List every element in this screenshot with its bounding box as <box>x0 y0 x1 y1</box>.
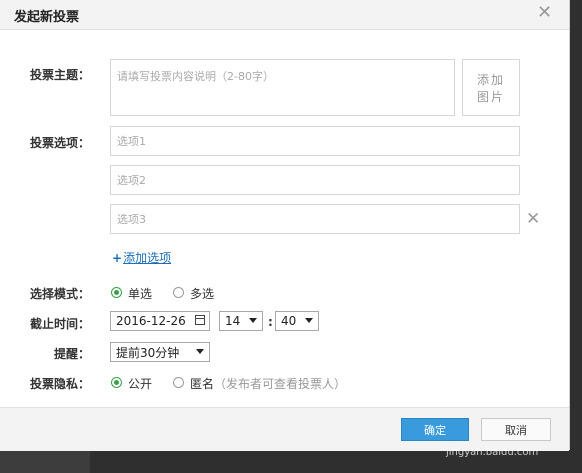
date-picker[interactable]: 2016-12-26 <box>110 311 210 331</box>
chevron-down-icon <box>249 318 257 323</box>
reminder-label: 提醒： <box>54 347 91 361</box>
add-option-link[interactable]: +添加选项 <box>112 249 171 266</box>
watermark: jingyan.baidu.com <box>446 447 539 458</box>
reminder-select[interactable]: 提前30分钟 <box>110 342 210 362</box>
mode-label: 选择模式： <box>30 287 91 301</box>
cancel-button[interactable]: 取消 <box>481 418 551 441</box>
dialog-titlebar: 发起新投票 ✕ <box>0 0 569 30</box>
hour-value: 14 <box>225 314 241 328</box>
radio-multi-label[interactable]: 多选 <box>190 285 214 302</box>
calendar-icon <box>195 315 205 325</box>
option-2-placeholder: 选项2 <box>117 174 146 187</box>
radio-multi[interactable] <box>173 287 184 298</box>
add-option-label: 添加选项 <box>123 251 172 265</box>
vote-dialog: 发起新投票 ✕ 投票主题： 请填写投票内容说明（2-80字） 添加 图片 投票选… <box>0 0 570 451</box>
radio-public[interactable] <box>111 377 122 388</box>
time-separator: : <box>268 315 273 329</box>
reminder-value: 提前30分钟 <box>116 345 180 360</box>
add-image-button[interactable]: 添加 图片 <box>462 59 520 116</box>
add-image-label-line1: 添加 <box>476 73 505 87</box>
option-input-1[interactable]: 选项1 <box>110 126 520 156</box>
add-image-label-line2: 图片 <box>476 90 505 104</box>
date-value: 2016-12-26 <box>116 314 186 328</box>
radio-anonymous[interactable] <box>173 377 184 388</box>
options-label: 投票选项： <box>30 136 91 150</box>
plus-icon: + <box>112 251 123 265</box>
option-1-placeholder: 选项1 <box>117 135 146 148</box>
hour-select[interactable]: 14 <box>219 311 263 331</box>
confirm-button[interactable]: 确定 <box>401 418 469 441</box>
deadline-label: 截止时间： <box>30 317 91 331</box>
radio-public-label[interactable]: 公开 <box>128 375 152 392</box>
remove-option-icon[interactable]: ✕ <box>526 209 540 229</box>
close-icon[interactable]: ✕ <box>537 3 552 23</box>
minute-select[interactable]: 40 <box>275 311 319 331</box>
radio-single-label[interactable]: 单选 <box>128 285 152 302</box>
topic-label: 投票主题： <box>30 68 91 82</box>
topic-input[interactable]: 请填写投票内容说明（2-80字） <box>110 59 455 116</box>
dialog-title: 发起新投票 <box>14 10 80 25</box>
option-input-3[interactable]: 选项3 <box>110 204 520 234</box>
option-input-2[interactable]: 选项2 <box>110 165 520 195</box>
option-3-placeholder: 选项3 <box>117 213 146 226</box>
anonymous-note: （发布者可查看投票人） <box>214 377 347 391</box>
radio-anonymous-label[interactable]: 匿名 <box>190 375 214 392</box>
chevron-down-icon <box>196 349 204 354</box>
privacy-label: 投票隐私： <box>30 377 91 391</box>
radio-single[interactable] <box>111 287 122 298</box>
minute-value: 40 <box>281 314 297 328</box>
chevron-down-icon <box>305 318 313 323</box>
topic-placeholder: 请填写投票内容说明（2-80字） <box>117 70 274 83</box>
